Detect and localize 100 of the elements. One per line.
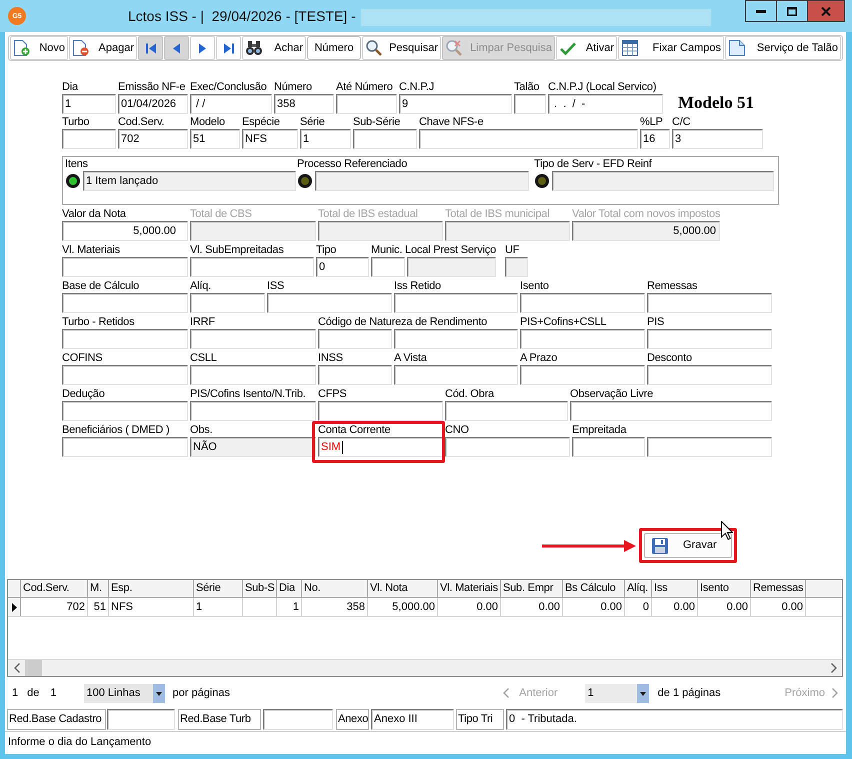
text-field[interactable] [190,401,316,421]
text-field[interactable]: 16 [640,129,670,149]
column-header[interactable]: Alíq. [625,580,652,597]
text-field[interactable] [353,129,417,149]
text-field[interactable] [552,171,774,191]
text-field[interactable] [190,365,316,385]
text-field[interactable] [62,129,116,149]
text-field[interactable]: 51 [190,129,240,149]
text-field[interactable] [514,94,546,114]
text-field[interactable] [318,329,392,349]
text-field[interactable]: 3 [672,129,763,149]
column-header[interactable]: Sub. Empr [501,580,563,597]
info-field[interactable] [263,709,333,730]
text-field[interactable] [394,365,518,385]
text-field[interactable] [570,401,772,421]
text-field[interactable] [394,293,518,313]
text-field[interactable] [190,329,316,349]
column-header[interactable]: Remessas [751,580,806,597]
text-field[interactable] [505,257,528,277]
column-header[interactable]: Bs Cálculo [563,580,625,597]
column-header[interactable]: Isento [698,580,751,597]
column-header[interactable]: M. [88,580,109,597]
toolbar-button[interactable]: Apagar [69,36,137,60]
text-field[interactable] [419,129,638,149]
info-field[interactable]: 0 - Tributada. [506,709,843,730]
text-field[interactable]: 1 Item lançado [83,171,296,191]
text-field[interactable]: 5,000.00 [572,221,720,241]
text-field[interactable]: 702 [118,129,188,149]
text-field[interactable]: 01/04/2026 [118,94,188,114]
text-field[interactable] [647,329,772,349]
horizontal-scrollbar[interactable] [8,659,842,676]
text-field[interactable]: SIM [318,437,443,457]
scroll-thumb[interactable] [25,660,42,676]
text-field[interactable] [647,365,772,385]
text-field[interactable] [336,94,397,114]
text-field[interactable]: 9 [399,94,512,114]
text-field[interactable]: 358 [274,94,334,114]
text-field[interactable] [445,221,570,241]
text-field[interactable]: / / [190,94,272,114]
text-field[interactable]: 1 [62,94,116,114]
minimize-button[interactable] [745,0,777,22]
text-field[interactable] [315,171,529,191]
text-field[interactable] [62,329,188,349]
document-plus-icon [14,40,30,56]
text-field[interactable] [62,257,188,277]
text-field[interactable] [407,257,496,277]
info-field[interactable]: Anexo III [371,709,454,730]
text-field[interactable] [62,293,188,313]
text-field[interactable]: 5,000.00 [62,221,188,241]
text-field[interactable] [520,365,645,385]
toolbar-button[interactable]: Novo [10,36,68,60]
text-field[interactable] [647,293,772,313]
column-header[interactable]: Iss [652,580,698,597]
info-field[interactable] [107,709,175,730]
text-field[interactable] [62,437,188,457]
column-header[interactable]: Vl. Materiais [438,580,501,597]
text-field[interactable] [520,329,645,349]
text-field[interactable]: NÃO [190,437,316,457]
close-button[interactable] [808,0,845,22]
text-field[interactable] [267,293,392,313]
text-field[interactable] [62,401,188,421]
text-field[interactable] [572,437,645,457]
column-header[interactable]: No. [302,580,368,597]
toolbar-button[interactable]: Fixar Campos [618,36,724,60]
text-field[interactable] [318,365,392,385]
text-field[interactable]: NFS [242,129,298,149]
save-button[interactable]: Gravar [644,533,732,558]
text-field[interactable] [318,221,443,241]
column-header[interactable]: Esp. [109,580,194,597]
nav-button[interactable] [190,36,215,60]
text-field[interactable] [190,257,314,277]
search-key-field[interactable]: Número [307,36,361,60]
text-field[interactable]: . . / - [548,94,663,114]
chevron-right-icon [832,688,838,698]
page-size-dropdown[interactable]: 100 Linhas [84,684,164,702]
field-label: Itens [65,157,88,171]
page-dropdown[interactable]: 1 [584,684,649,702]
maximize-button[interactable] [777,0,808,22]
text-field[interactable] [647,437,772,457]
text-field[interactable] [371,257,405,277]
text-field[interactable] [445,437,570,457]
column-header[interactable]: Cod.Serv. [21,580,88,597]
toolbar-button[interactable]: Pesquisar [362,36,441,60]
text-field[interactable] [318,401,443,421]
text-field[interactable] [62,365,188,385]
text-field[interactable] [445,401,568,421]
column-header[interactable]: Série [194,580,243,597]
column-header[interactable]: Dia [277,580,302,597]
text-field[interactable]: 1 [300,129,351,149]
text-field[interactable] [520,293,645,313]
toolbar-button[interactable]: Achar [242,36,306,60]
nav-button[interactable] [216,36,241,60]
toolbar-button[interactable]: Ativar [556,36,617,60]
column-header[interactable]: Vl. Nota [368,580,438,597]
text-field[interactable]: 0 [316,257,369,277]
column-header[interactable]: Sub-S [243,580,277,597]
text-field[interactable] [190,293,265,313]
text-field[interactable] [190,221,316,241]
text-field[interactable] [394,329,518,349]
toolbar-button[interactable]: Serviço de Talão [725,36,841,60]
